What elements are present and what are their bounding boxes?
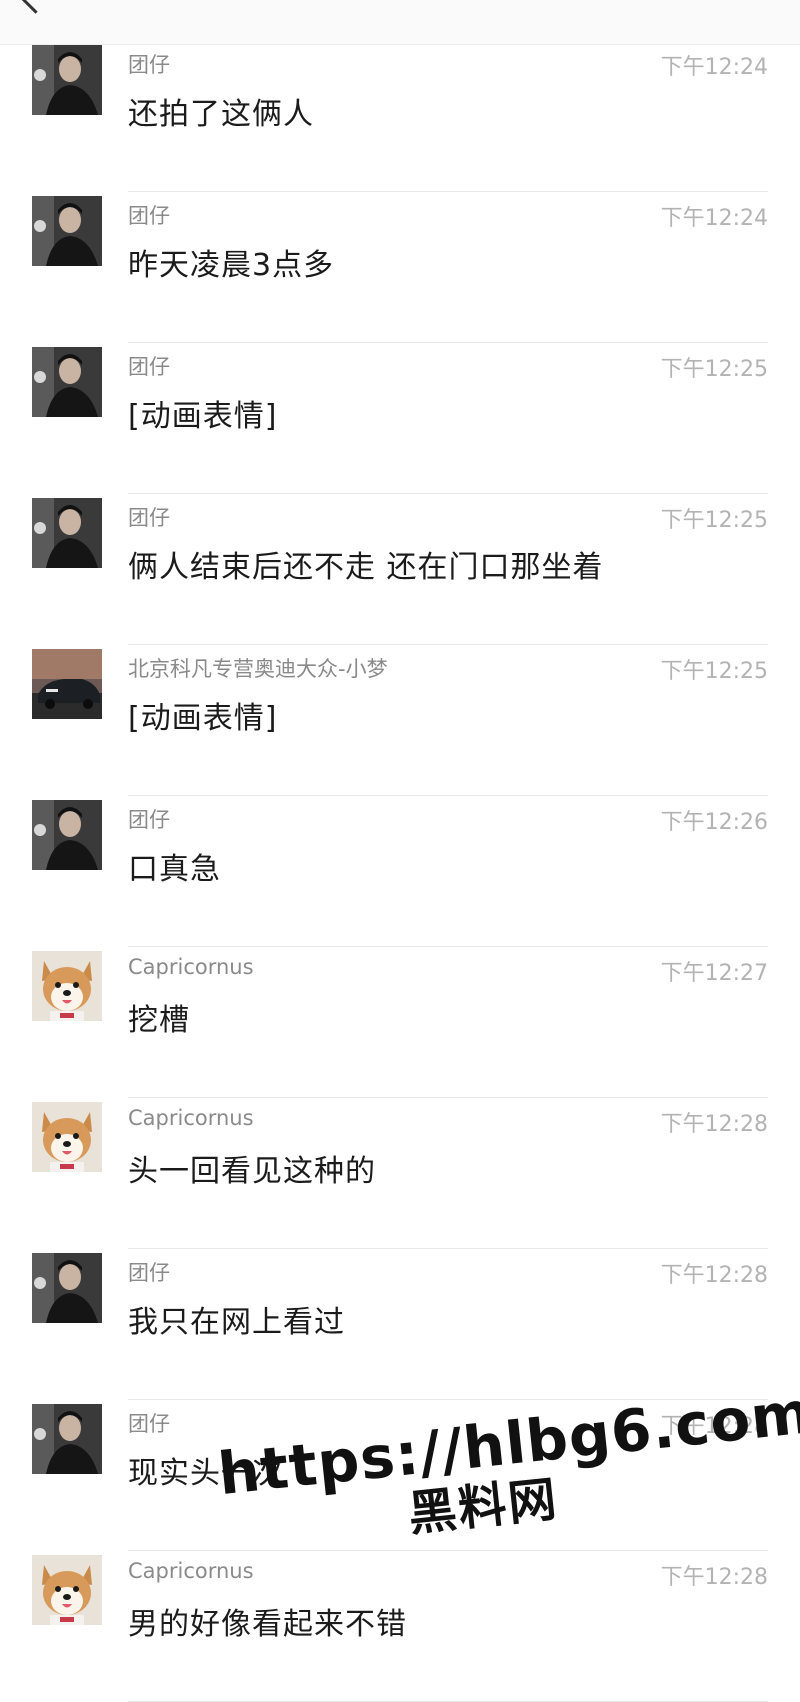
car-avatar[interactable]: [32, 649, 102, 719]
sender-name: 北京科凡专营奥迪大众-小梦: [128, 657, 388, 681]
message-text: 挖槽: [128, 1003, 190, 1038]
man-avatar[interactable]: [32, 45, 102, 115]
message-time: 下午12:24: [660, 55, 768, 80]
message-text: 还拍了这俩人: [128, 97, 314, 132]
message-text: 头一回看见这种的: [128, 1154, 376, 1189]
message-time: 下午12:24: [660, 206, 768, 231]
message-item[interactable]: 团仔 下午12:26 口真急: [0, 796, 800, 947]
message-item[interactable]: 团仔 下午12:28 现实头一次: [0, 1400, 800, 1551]
message-text: [动画表情]: [128, 399, 278, 434]
message-text: 男的好像看起来不错: [128, 1607, 407, 1642]
dog-avatar[interactable]: [32, 1555, 102, 1625]
more-dots-icon[interactable]: ···: [710, 0, 770, 11]
message-item[interactable]: 北京科凡专营奥迪大众-小梦 下午12:25 [动画表情]: [0, 645, 800, 796]
message-time: 下午12:25: [660, 357, 768, 382]
man-avatar[interactable]: [32, 196, 102, 266]
message-time: 下午12:26: [660, 810, 768, 835]
sender-name: 团仔: [128, 808, 170, 832]
sender-name: 团仔: [128, 1261, 170, 1285]
chevron-left-icon[interactable]: [19, 0, 52, 14]
man-avatar[interactable]: [32, 1253, 102, 1323]
message-text: 现实头一次: [128, 1456, 283, 1491]
dog-avatar[interactable]: [32, 951, 102, 1021]
sender-name: Capricornus: [128, 955, 254, 979]
man-avatar[interactable]: [32, 498, 102, 568]
top-bar: ···: [0, 0, 800, 45]
message-item[interactable]: Capricornus 下午12:27 挖槽: [0, 947, 800, 1098]
message-time: 下午12:27: [660, 961, 768, 986]
dog-avatar[interactable]: [32, 1102, 102, 1172]
man-avatar[interactable]: [32, 800, 102, 870]
sender-name: 团仔: [128, 1412, 170, 1436]
sender-name: 团仔: [128, 355, 170, 379]
man-avatar[interactable]: [32, 1404, 102, 1474]
message-item[interactable]: 团仔 下午12:24 昨天凌晨3点多: [0, 192, 800, 343]
message-item[interactable]: 团仔 下午12:24 还拍了这俩人: [0, 41, 800, 192]
sender-name: 团仔: [128, 53, 170, 77]
sender-name: 团仔: [128, 506, 170, 530]
message-item[interactable]: Capricornus 下午12:28 男的好像看起来不错: [0, 1551, 800, 1702]
message-item[interactable]: 团仔 下午12:28 我只在网上看过: [0, 1249, 800, 1400]
message-text: 我只在网上看过: [128, 1305, 345, 1340]
message-time: 下午12:28: [660, 1414, 768, 1439]
man-avatar[interactable]: [32, 347, 102, 417]
message-item[interactable]: 团仔 下午12:25 [动画表情]: [0, 343, 800, 494]
message-item[interactable]: Capricornus 下午12:28 头一回看见这种的: [0, 1098, 800, 1249]
message-time: 下午12:25: [660, 659, 768, 684]
message-time: 下午12:28: [660, 1565, 768, 1590]
message-item[interactable]: 团仔 下午12:25 俩人结束后还不走 还在门口那坐着: [0, 494, 800, 645]
sender-name: Capricornus: [128, 1559, 254, 1583]
message-list: 团仔 下午12:24 还拍了这俩人 团仔 下午12:24 昨天凌晨3点多 团仔 下午12:…: [0, 44, 800, 1702]
message-time: 下午12:28: [660, 1263, 768, 1288]
sender-name: Capricornus: [128, 1106, 254, 1130]
message-time: 下午12:28: [660, 1112, 768, 1137]
message-text: [动画表情]: [128, 701, 278, 736]
message-text: 口真急: [128, 852, 221, 887]
message-time: 下午12:25: [660, 508, 768, 533]
message-text: 昨天凌晨3点多: [128, 248, 335, 283]
message-text: 俩人结束后还不走 还在门口那坐着: [128, 550, 604, 585]
sender-name: 团仔: [128, 204, 170, 228]
